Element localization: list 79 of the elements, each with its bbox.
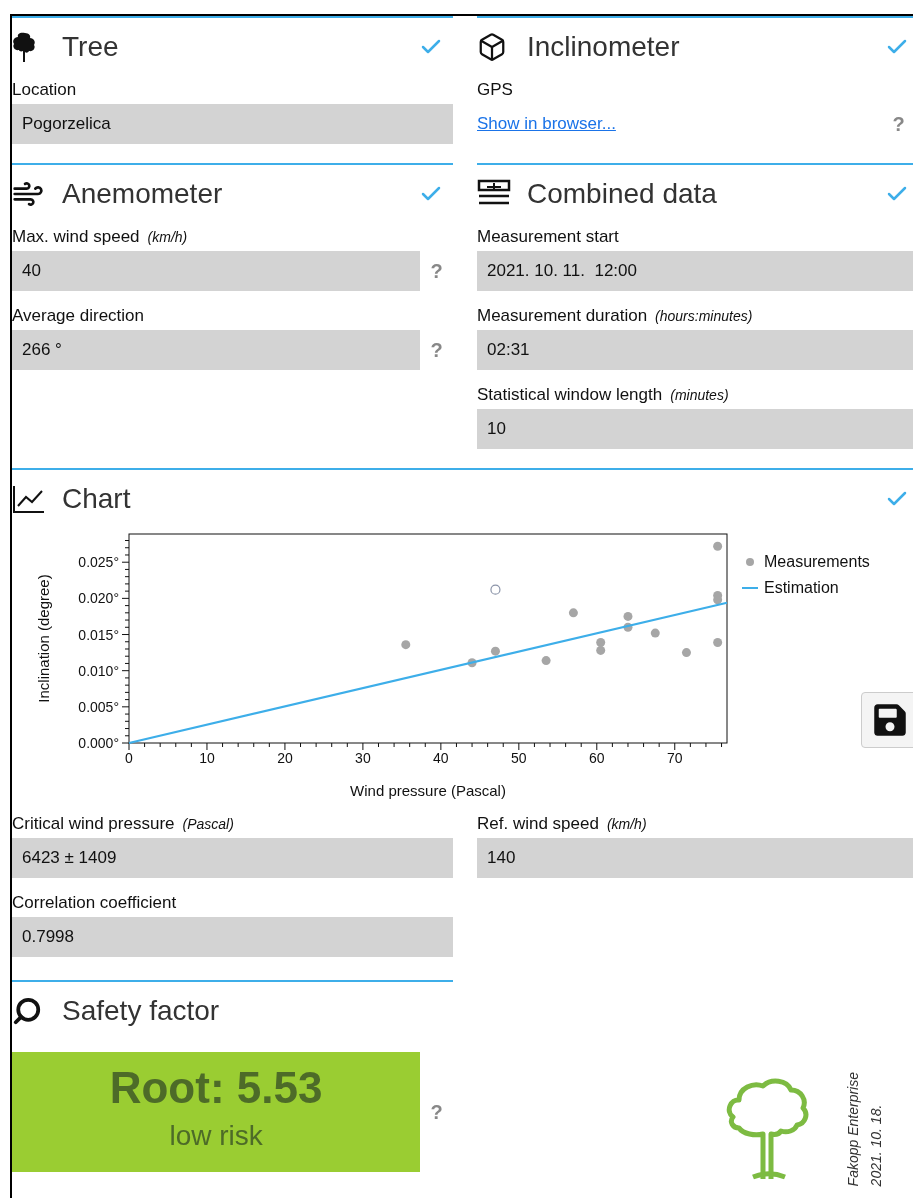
date-text: 2021. 10. 18. — [867, 1103, 885, 1186]
safety-headline: Root: 5.53 — [109, 1062, 323, 1114]
x-tick-label: 60 — [589, 750, 605, 766]
field-label: Average direction — [12, 305, 144, 328]
data-point — [490, 646, 500, 656]
unit-label: (km/h) — [606, 814, 647, 834]
value-field[interactable]: 2021. 10. 11. 12:00 — [477, 251, 913, 291]
value-field[interactable]: 266 ° — [12, 330, 420, 370]
field-label: Location — [12, 79, 77, 102]
save-button[interactable] — [861, 692, 913, 748]
data-point — [623, 611, 633, 621]
x-tick-label: 0 — [125, 750, 133, 766]
value-field[interactable]: 6423 ± 1409 — [12, 838, 453, 878]
data-point — [713, 541, 723, 551]
data-point — [401, 640, 411, 650]
y-tick-label: 0.025° — [78, 554, 119, 571]
field-label: Ref. wind speed — [477, 813, 599, 836]
y-tick-label: 0.015° — [78, 626, 119, 643]
data-point — [467, 658, 477, 668]
x-tick-label: 20 — [277, 750, 293, 766]
y-axis-title: Inclination (degree) — [35, 574, 52, 703]
x-tick-label: 10 — [199, 750, 215, 766]
field-label: Max. wind speed — [12, 226, 140, 249]
section-title: Combined data — [527, 177, 717, 211]
data-point — [681, 648, 691, 658]
field-label: Measurement duration — [477, 305, 648, 328]
unit-label: (km/h) — [147, 227, 188, 247]
data-point — [596, 638, 606, 647]
section-title: Inclinometer — [527, 30, 680, 64]
data-point — [623, 622, 633, 632]
help-icon: ? — [882, 109, 913, 139]
field-label: Statistical window length — [477, 384, 663, 407]
x-axis-title: Wind pressure (Pascal) — [350, 782, 506, 799]
help-icon: ? — [420, 256, 453, 286]
line-chart-icon — [12, 484, 46, 514]
help-icon: ? — [420, 1097, 453, 1127]
value-field[interactable]: 40 — [12, 251, 420, 291]
search-icon — [12, 996, 42, 1026]
section-title: Chart — [62, 482, 131, 516]
value-field[interactable]: 02:31 — [477, 330, 913, 370]
x-tick-label: 40 — [433, 750, 449, 766]
y-tick-label: 0.005° — [78, 698, 119, 715]
save-icon — [872, 702, 908, 738]
field-label: Measurement start — [477, 226, 619, 249]
y-tick-label: 0.010° — [78, 662, 119, 679]
x-tick-label: 70 — [666, 750, 683, 766]
field-label: Critical wind pressure — [12, 813, 175, 836]
data-point — [541, 656, 551, 666]
tree-icon — [12, 32, 38, 62]
data-point — [568, 608, 578, 618]
data-point — [650, 628, 660, 638]
unit-label: (hours:minutes) — [655, 306, 753, 326]
browser-link[interactable]: Show in browser... — [477, 111, 616, 137]
section-title: Safety factor — [62, 994, 220, 1028]
x-tick-label: 30 — [355, 750, 371, 766]
y-tick-label: 0.000° — [78, 735, 119, 751]
excluded-point — [490, 584, 501, 595]
value-field[interactable]: 10 — [477, 409, 913, 449]
value-field[interactable]: Pogorzelica — [12, 104, 453, 144]
x-tick-label: 50 — [511, 750, 527, 766]
field-label: GPS — [477, 79, 513, 102]
company-text: Fakopp Enterprise — [844, 1071, 862, 1186]
unit-label: (Pascal) — [182, 814, 234, 834]
y-tick-label: 0.020° — [78, 590, 119, 607]
cube-icon — [477, 32, 507, 62]
help-icon: ? — [420, 335, 453, 365]
section-title: Tree — [62, 30, 119, 64]
legend-label: Measurements — [764, 552, 870, 572]
data-point — [713, 638, 723, 647]
risk-level: low risk — [169, 1119, 263, 1153]
data-point — [713, 595, 723, 605]
section-title: Anemometer — [62, 177, 223, 211]
legend-line-swatch — [742, 587, 758, 589]
legend-label: Estimation — [764, 578, 839, 598]
data-point — [596, 645, 606, 655]
field-label: Correlation coefficient — [12, 892, 177, 915]
unit-label: (minutes) — [670, 385, 729, 405]
value-field[interactable]: 140 — [477, 838, 913, 878]
value-field[interactable]: 0.7998 — [12, 917, 453, 957]
